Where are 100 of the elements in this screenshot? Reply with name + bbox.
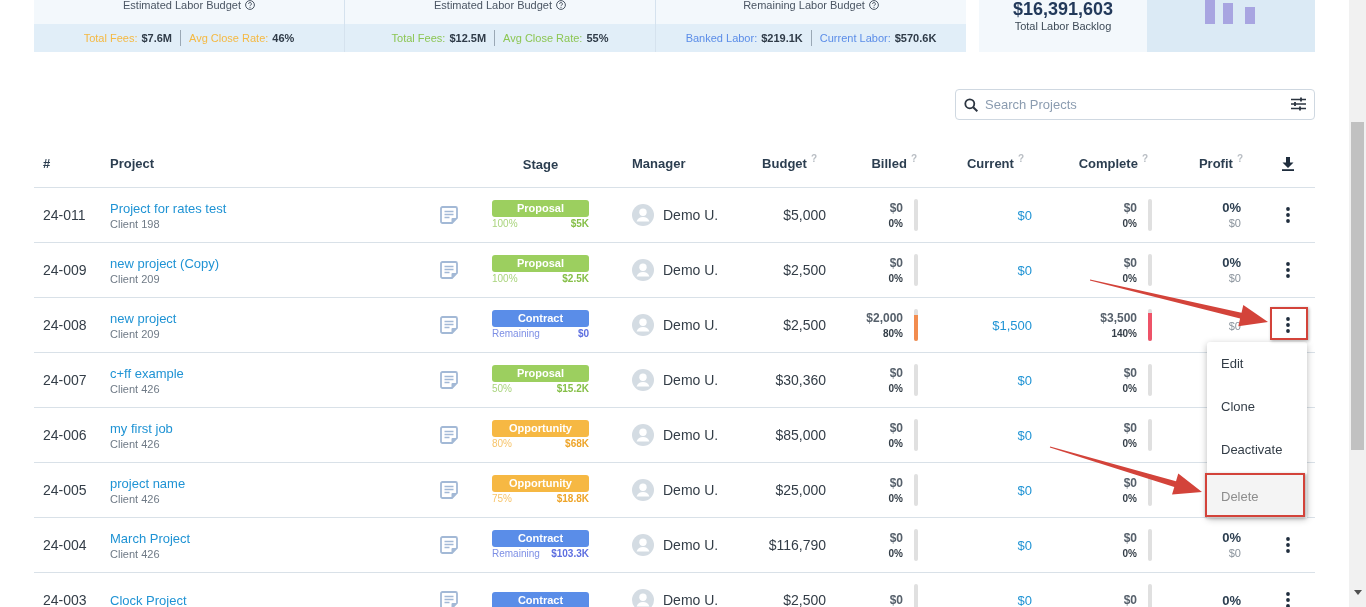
stat-value: 55% <box>586 32 609 44</box>
scrollbar[interactable] <box>1349 0 1366 607</box>
manager-name: Demo U. <box>663 207 719 223</box>
stage-detail: Remaining <box>492 328 540 340</box>
profit-percent: 0% <box>1222 255 1241 270</box>
project-link[interactable]: new project <box>110 310 177 326</box>
current-value[interactable]: $1,500 <box>992 317 1032 333</box>
project-link[interactable]: my first job <box>110 420 173 436</box>
help-mark[interactable]: ? <box>810 153 817 164</box>
complete-amount: $0 <box>1123 255 1137 270</box>
stat-label: Total Fees: <box>83 32 138 44</box>
kebab-icon <box>1286 207 1290 223</box>
stage-badge: Proposal <box>492 255 589 272</box>
billed-percent: 0% <box>888 272 903 285</box>
manager-name: Demo U. <box>663 482 719 498</box>
help-icon[interactable] <box>556 0 566 10</box>
avatar-icon <box>632 204 654 226</box>
help-mark[interactable]: ? <box>1017 153 1024 164</box>
project-link[interactable]: Clock Project <box>110 592 187 607</box>
client-name: Client 426 <box>110 437 160 450</box>
help-mark[interactable]: ? <box>910 153 917 164</box>
billed-percent: 0% <box>888 382 903 395</box>
budget-value: $2,500 <box>783 317 826 333</box>
profit-amount: $0 <box>1228 272 1241 285</box>
complete-amount: $0 <box>1123 530 1137 545</box>
column-header: Budget <box>762 156 807 171</box>
avatar-icon <box>632 424 654 446</box>
project-link[interactable]: March Project <box>110 530 191 546</box>
manager-name: Demo U. <box>663 372 719 388</box>
budget-value: $5,000 <box>783 207 826 223</box>
billed-amount: $0 <box>889 420 903 435</box>
current-value[interactable]: $0 <box>1017 372 1032 388</box>
complete-percent: 0% <box>1122 547 1137 560</box>
download-icon[interactable] <box>1282 156 1294 171</box>
kebab-icon <box>1286 592 1290 607</box>
menu-item[interactable]: Clone <box>1207 385 1307 428</box>
help-icon[interactable] <box>245 0 255 10</box>
stat-label: Avg Close Rate: <box>189 32 269 44</box>
project-number: 24-005 <box>43 482 87 498</box>
kebab-icon <box>1286 317 1290 333</box>
stage-amount: $5K <box>570 218 589 230</box>
complete-amount: $3,500 <box>1100 310 1137 325</box>
stage-badge: Contract <box>492 591 589 607</box>
project-number: 24-003 <box>43 592 87 607</box>
stage-amount: $18.8K <box>556 493 589 505</box>
budget-value: $30,360 <box>775 372 826 388</box>
column-header: Complete <box>1078 156 1138 171</box>
complete-amount: $0 <box>1123 475 1137 490</box>
manager-name: Demo U. <box>663 592 719 607</box>
column-header: Stage <box>522 156 559 172</box>
current-value[interactable]: $0 <box>1017 262 1032 278</box>
kebab-icon <box>1286 262 1290 278</box>
stage-amount: $68K <box>565 438 589 450</box>
stat-value: $12.5M <box>449 32 487 44</box>
kebab-icon <box>1286 537 1290 553</box>
search-icon <box>964 98 978 112</box>
stage-amount: $103.3K <box>551 548 589 560</box>
client-name: Client 209 <box>110 272 160 285</box>
billed-amount: $0 <box>889 365 903 380</box>
search-field[interactable]: Search Projects <box>955 89 1315 120</box>
complete-percent: 0% <box>1122 272 1137 285</box>
project-link[interactable]: Project for rates test <box>110 200 227 216</box>
project-link[interactable]: new project (Copy) <box>110 255 220 271</box>
project-number: 24-004 <box>43 537 87 553</box>
project-number: 24-009 <box>43 262 87 278</box>
stage-detail: 100% <box>492 273 518 285</box>
current-value[interactable]: $0 <box>1017 207 1032 223</box>
stage-amount: $0 <box>577 328 589 340</box>
complete-percent: 0% <box>1122 217 1137 230</box>
help-icon[interactable] <box>868 0 879 10</box>
panel-title: Estimated Labor Budget <box>123 0 241 11</box>
budget-value: $25,000 <box>775 482 826 498</box>
current-value[interactable]: $0 <box>1017 592 1032 607</box>
current-value[interactable]: $0 <box>1017 427 1032 443</box>
stage-detail: 75% <box>492 493 512 505</box>
current-value[interactable]: $0 <box>1017 482 1032 498</box>
stage-badge: Contract <box>492 310 589 327</box>
billed-percent: 0% <box>888 547 903 560</box>
complete-amount: $0 <box>1123 593 1137 607</box>
scrollbar-thumb[interactable] <box>1351 122 1364 450</box>
project-link[interactable]: c+ff example <box>110 365 184 381</box>
help-mark[interactable]: ? <box>1141 153 1148 164</box>
avatar-icon <box>632 259 654 281</box>
budget-value: $2,500 <box>783 592 826 607</box>
scroll-down-icon[interactable] <box>1353 590 1362 595</box>
client-name: Client 209 <box>110 327 160 340</box>
menu-item[interactable]: Deactivate <box>1207 428 1307 471</box>
filter-icon[interactable] <box>1291 97 1306 111</box>
panel-title: Estimated Labor Budget <box>434 0 552 11</box>
stage-badge: Opportunity <box>492 475 589 492</box>
profit-percent: 0% <box>1222 592 1241 607</box>
stat-label: Current Labor: <box>819 32 891 44</box>
column-header: Manager <box>632 156 686 171</box>
highlight-box <box>1270 307 1308 340</box>
help-mark[interactable]: ? <box>1236 153 1243 164</box>
menu-item[interactable]: Edit <box>1207 342 1307 385</box>
billed-percent: 0% <box>888 437 903 450</box>
project-link[interactable]: project name <box>110 475 186 491</box>
current-value[interactable]: $0 <box>1017 537 1032 553</box>
manager-name: Demo U. <box>663 427 719 443</box>
